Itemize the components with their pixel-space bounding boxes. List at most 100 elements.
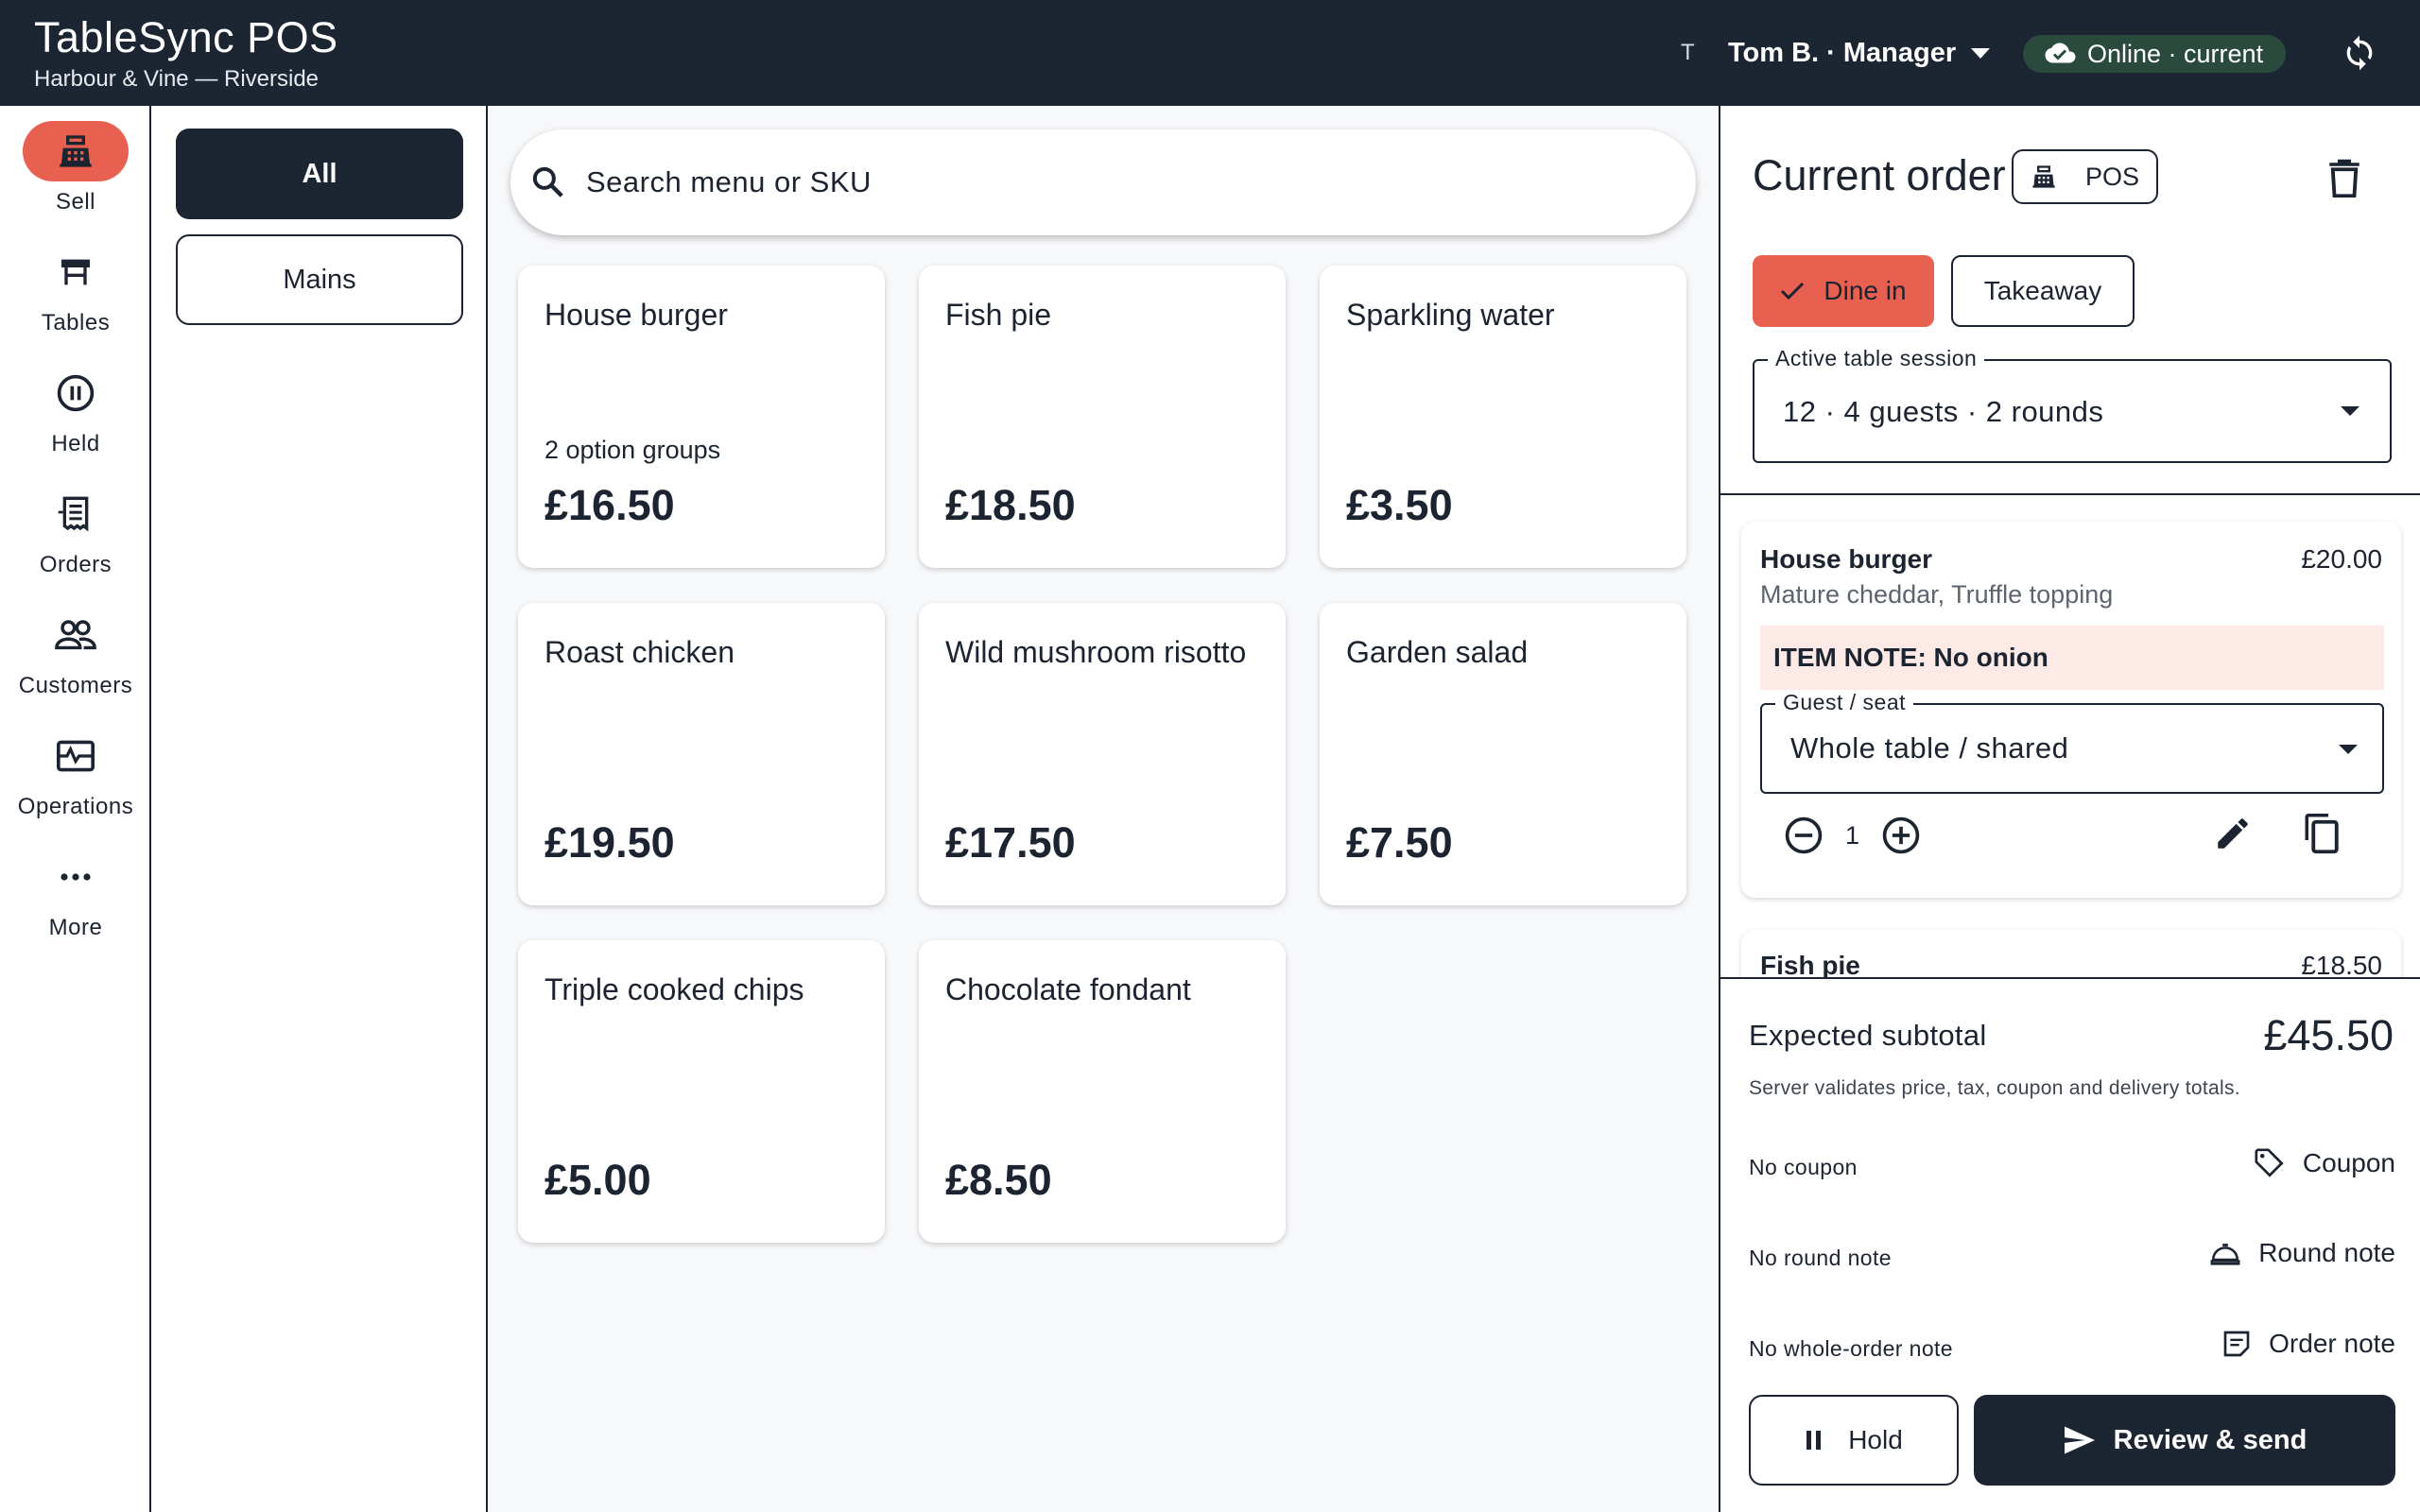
item-note: ITEM NOTE: No onion xyxy=(1760,626,2384,690)
trash-icon xyxy=(2329,159,2360,198)
menu-item-name: Roast chicken xyxy=(544,635,735,669)
menu-item-price: £17.50 xyxy=(945,818,1076,867)
nav-label: Customers xyxy=(18,673,133,698)
sync-button[interactable] xyxy=(2335,28,2384,77)
category-all-button[interactable]: All xyxy=(176,129,463,219)
nav-label: Orders xyxy=(39,552,112,577)
channel-chip-label: POS xyxy=(2085,162,2140,191)
connection-status-label: Online · current xyxy=(2087,39,2264,68)
order-lines-list[interactable]: House burger £20.00 Mature cheddar, Truf… xyxy=(1720,495,2420,977)
menu-item-options: 2 option groups xyxy=(544,436,721,464)
user-menu-button[interactable]: Tom B. · Manager xyxy=(1728,34,1991,72)
navigation-rail: Sell Tables Held Orders Customers Operat… xyxy=(0,106,151,1512)
menu-item-name: House burger xyxy=(544,298,728,332)
menu-item-price: £7.50 xyxy=(1346,818,1453,867)
room-service-icon xyxy=(2210,1244,2240,1265)
user-menu-label: Tom B. · Manager xyxy=(1728,37,1957,68)
guest-seat-select[interactable]: Guest / seat Whole table / shared xyxy=(1760,690,2384,794)
order-note-button[interactable]: Order note xyxy=(2221,1329,2395,1359)
duplicate-line-button[interactable] xyxy=(2299,811,2344,856)
order-note-row: No whole-order note Order note xyxy=(1749,1325,2395,1372)
menu-item-card[interactable]: Chocolate fondant £8.50 xyxy=(919,940,1286,1243)
connection-status-badge: Online · current xyxy=(2023,35,2287,73)
menu-item-card[interactable]: Garden salad £7.50 xyxy=(1320,603,1686,905)
table-session-value: 12 · 4 guests · 2 rounds xyxy=(1783,395,2104,428)
menu-grid-area: House burger 2 option groups £16.50 Fish… xyxy=(488,106,1719,1512)
round-note-status: No round note xyxy=(1749,1246,1892,1270)
nav-item-sell[interactable]: Sell xyxy=(0,121,151,227)
dropdown-caret-icon xyxy=(2341,406,2360,416)
menu-item-name: Sparkling water xyxy=(1346,298,1555,332)
search-bar[interactable] xyxy=(510,129,1696,235)
order-line-name: Fish pie xyxy=(1760,951,1860,977)
menu-item-price: £8.50 xyxy=(945,1156,1052,1204)
menu-item-name: Wild mushroom risotto xyxy=(945,635,1247,669)
subtotal-label: Expected subtotal xyxy=(1749,1019,1987,1052)
decrease-quantity-button[interactable] xyxy=(1781,813,1826,858)
hold-button[interactable]: Hold xyxy=(1749,1395,1959,1486)
divider xyxy=(1720,977,2420,979)
edit-line-button[interactable] xyxy=(2210,811,2256,856)
coupon-status: No coupon xyxy=(1749,1155,1858,1179)
review-send-button[interactable]: Review & send xyxy=(1974,1395,2395,1486)
nav-item-operations[interactable]: Operations xyxy=(0,726,151,832)
menu-item-name: Fish pie xyxy=(945,298,1052,332)
category-mains-button[interactable]: Mains xyxy=(176,234,463,325)
app-header: TableSync POS Harbour & Vine — Riverside… xyxy=(0,0,2420,106)
menu-item-price: £19.50 xyxy=(544,818,675,867)
order-title: Current order xyxy=(1753,151,2006,199)
quantity-stepper: 1 xyxy=(1781,815,1924,856)
coupon-button-label: Coupon xyxy=(2302,1148,2395,1177)
sync-icon xyxy=(2346,35,2373,71)
subtotal-value: £45.50 xyxy=(2263,1011,2394,1059)
menu-item-card[interactable]: Wild mushroom risotto £17.50 xyxy=(919,603,1286,905)
nav-item-orders[interactable]: Orders xyxy=(0,484,151,590)
pencil-icon xyxy=(2218,818,2248,849)
dine-in-toggle[interactable]: Dine in xyxy=(1753,255,1934,327)
nav-label: Tables xyxy=(41,310,111,335)
channel-chip: POS xyxy=(2012,149,2159,204)
nav-item-tables[interactable]: Tables xyxy=(0,242,151,348)
menu-item-price: £16.50 xyxy=(544,481,675,529)
menu-item-card[interactable]: House burger 2 option groups £16.50 xyxy=(518,266,885,568)
table-session-select[interactable]: Active table session 12 · 4 guests · 2 r… xyxy=(1753,346,2392,463)
cash-register-icon xyxy=(23,121,129,181)
receipt-icon xyxy=(23,484,129,544)
order-line-price: £18.50 xyxy=(2301,951,2382,977)
plus-circle-icon xyxy=(1882,816,1920,854)
review-send-label: Review & send xyxy=(2113,1424,2308,1455)
nav-label: Operations xyxy=(17,794,134,819)
user-avatar-initial: T xyxy=(1681,40,1695,65)
check-icon xyxy=(1781,282,1805,301)
menu-item-price: £3.50 xyxy=(1346,481,1453,529)
nav-label: Sell xyxy=(55,189,96,215)
clear-order-button[interactable] xyxy=(2320,151,2369,204)
menu-item-card[interactable]: Sparkling water £3.50 xyxy=(1320,266,1686,568)
coupon-button[interactable]: Coupon xyxy=(2254,1147,2395,1179)
order-line: Fish pie £18.50 xyxy=(1741,930,2401,977)
takeaway-toggle[interactable]: Takeaway xyxy=(1951,255,2135,327)
category-list: All Mains xyxy=(151,106,488,1512)
order-line-name: House burger xyxy=(1760,544,1933,574)
minus-circle-icon xyxy=(1785,816,1823,854)
increase-quantity-button[interactable] xyxy=(1878,813,1924,858)
order-line-price: £20.00 xyxy=(2301,544,2382,574)
tag-icon xyxy=(2255,1148,2284,1177)
quantity-value: 1 xyxy=(1845,820,1860,850)
menu-item-card[interactable]: Fish pie £18.50 xyxy=(919,266,1286,568)
monitor-heart-icon xyxy=(23,726,129,786)
nav-item-more[interactable]: More xyxy=(0,847,151,953)
coupon-row: No coupon Coupon xyxy=(1749,1143,2395,1191)
search-icon xyxy=(532,166,563,198)
nav-item-held[interactable]: Held xyxy=(0,363,151,469)
menu-item-card[interactable]: Triple cooked chips £5.00 xyxy=(518,940,885,1243)
send-icon xyxy=(2064,1426,2095,1454)
nav-item-customers[interactable]: Customers xyxy=(0,605,151,711)
round-note-button[interactable]: Round note xyxy=(2209,1238,2395,1268)
menu-item-price: £18.50 xyxy=(945,481,1076,529)
table-session-label: Active table session xyxy=(1768,346,1985,371)
validation-note: Server validates price, tax, coupon and … xyxy=(1749,1077,2240,1099)
app-title: TableSync POS xyxy=(34,13,338,61)
search-input[interactable] xyxy=(586,165,1626,199)
menu-item-card[interactable]: Roast chicken £19.50 xyxy=(518,603,885,905)
